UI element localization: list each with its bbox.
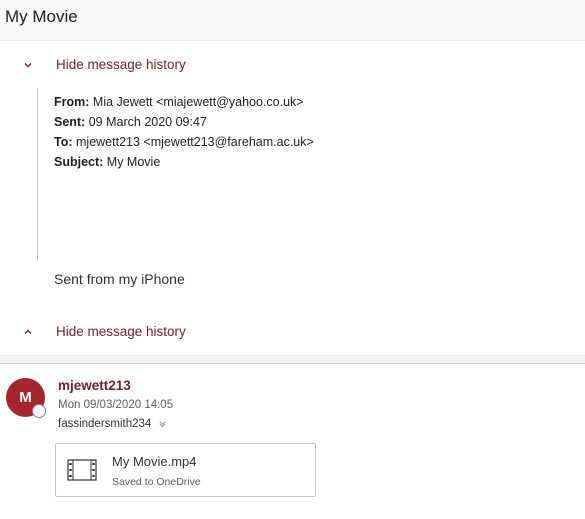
sender-name[interactable]: mjewett213	[58, 378, 131, 393]
to-value: mjewett213 <mjewett213@fareham.ac.uk>	[76, 135, 314, 149]
subject-label: Subject:	[54, 155, 104, 169]
sent-date: Mon 09/03/2020 14:05	[58, 399, 174, 411]
sent-label: Sent:	[54, 115, 86, 129]
recipient-name: fassindersmith234	[58, 418, 152, 430]
hide-history-top-button[interactable]: Hide message history	[0, 55, 300, 77]
video-file-icon	[67, 459, 97, 481]
sent-row: Sent: 09 March 2020 09:47	[54, 112, 314, 132]
subject-value: My Movie	[106, 155, 161, 169]
quote-divider	[37, 88, 38, 260]
email-subject-title: My Movie	[5, 7, 78, 26]
sent-value: 09 March 2020 09:47	[88, 115, 207, 129]
hide-history-bottom-button[interactable]: Hide message history	[0, 322, 300, 344]
presence-status-icon	[32, 404, 46, 418]
to-label: To:	[54, 135, 73, 149]
attachment-name: My Movie.mp4	[112, 454, 197, 469]
from-value: Mia Jewett <miajewett@yahoo.co.uk>	[92, 95, 304, 109]
chevron-down-icon	[24, 63, 32, 68]
chevron-up-icon	[24, 329, 32, 334]
from-row: From: Mia Jewett <miajewett@yahoo.co.uk>	[54, 92, 314, 112]
to-row: To: mjewett213 <mjewett213@fareham.ac.uk…	[54, 132, 314, 152]
attachment-card[interactable]: My Movie.mp4 Saved to OneDrive	[55, 443, 316, 497]
email-signature: Sent from my iPhone	[54, 271, 185, 287]
recipient-line[interactable]: fassindersmith234	[58, 418, 167, 430]
quoted-headers: From: Mia Jewett <miajewett@yahoo.co.uk>…	[54, 92, 314, 172]
chevron-down-icon[interactable]	[158, 419, 167, 428]
title-bar: My Movie	[0, 0, 585, 41]
hide-history-label: Hide message history	[56, 57, 186, 72]
from-label: From:	[54, 95, 90, 109]
message-separator	[0, 355, 585, 364]
subject-row: Subject: My Movie	[54, 152, 314, 172]
attachment-status: Saved to OneDrive	[112, 476, 201, 488]
hide-history-label: Hide message history	[56, 324, 186, 339]
